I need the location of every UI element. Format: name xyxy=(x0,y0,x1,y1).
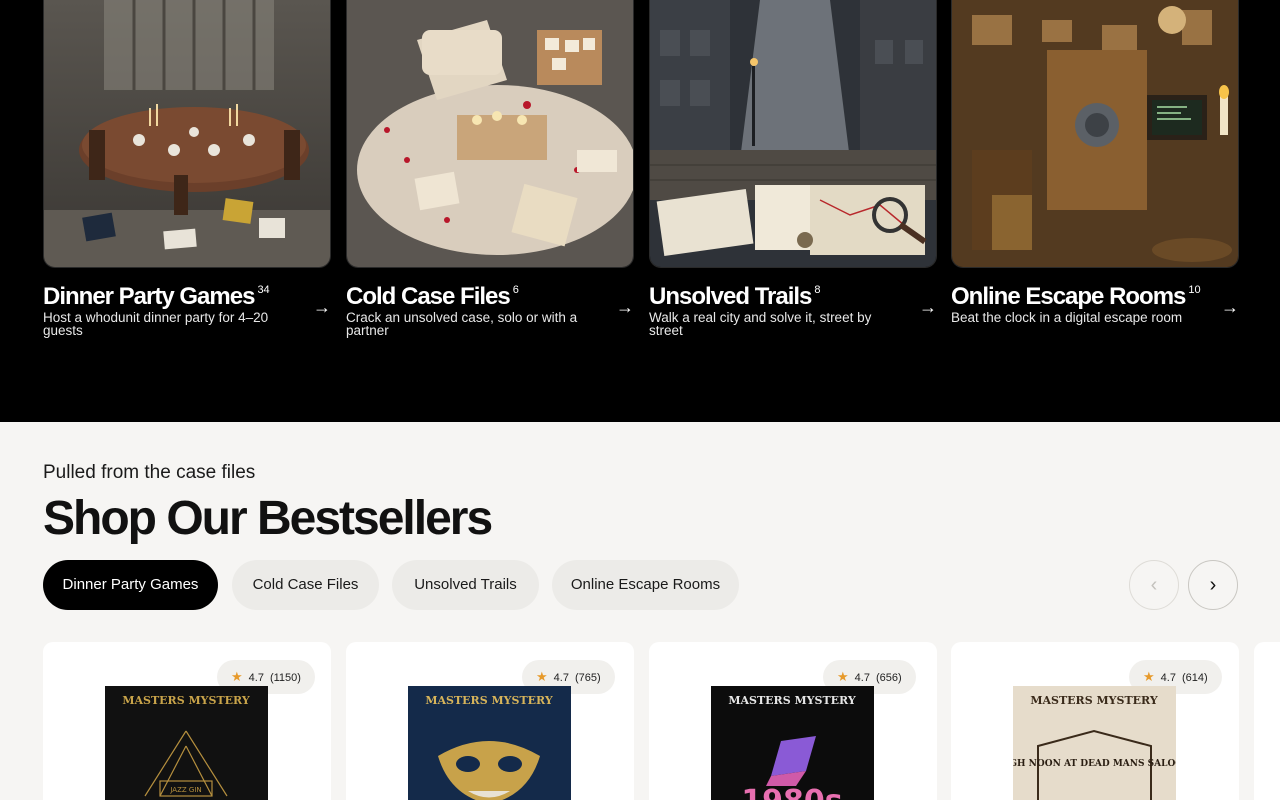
review-count: (656) xyxy=(875,672,902,684)
category-title-row: Unsolved Trails 8 xyxy=(649,283,937,313)
product-box-art: MASTERS MYSTERY 1980s xyxy=(711,686,874,800)
product-box-art: MASTERS MYSTERY xyxy=(408,686,571,800)
product-card[interactable]: ★ 4.7 (765) MASTERS MYSTERY xyxy=(346,642,634,800)
product-art-text: 1980s xyxy=(741,784,842,800)
category-title[interactable]: Unsolved Trails xyxy=(649,283,812,311)
review-count: (765) xyxy=(574,672,601,684)
arrow-right-icon[interactable]: → xyxy=(1221,298,1239,316)
product-card-partial[interactable] xyxy=(1254,642,1280,800)
star-icon: ★ xyxy=(536,669,548,684)
star-icon: ★ xyxy=(837,669,849,684)
category-count: 34 xyxy=(257,284,270,296)
category-image-unsolved-trails[interactable] xyxy=(649,0,937,268)
category-count: 10 xyxy=(1188,284,1201,296)
rating-value: 4.7 xyxy=(854,672,870,684)
category-image-dinner-party[interactable] xyxy=(43,0,331,268)
tab-online-escape-rooms[interactable]: Online Escape Rooms xyxy=(552,560,739,610)
category-description: Beat the clock in a digital escape room xyxy=(951,310,1183,325)
tab-cold-case-files[interactable]: Cold Case Files xyxy=(232,560,379,610)
review-count: (614) xyxy=(1181,672,1208,684)
section-title: Shop Our Bestsellers xyxy=(43,492,493,545)
tab-unsolved-trails[interactable]: Unsolved Trails xyxy=(392,560,539,610)
product-brand: MASTERS MYSTERY xyxy=(1030,694,1157,707)
product-brand: MASTERS MYSTERY xyxy=(122,694,249,707)
category-description: Host a whodunit dinner party for 4–20 gu… xyxy=(43,310,269,338)
category-band: Dinner Party Games 34 Host a whodunit din… xyxy=(0,0,1280,422)
category-title[interactable]: Cold Case Files xyxy=(346,283,511,311)
product-art-text: JAZZ GIN xyxy=(169,786,201,794)
product-card[interactable]: ★ 4.7 (614) MASTERS MYSTERY HIGH NOON AT D… xyxy=(951,642,1239,800)
chevron-right-icon: › xyxy=(1209,574,1217,596)
chevron-left-icon: ‹ xyxy=(1150,574,1158,596)
category-title[interactable]: Online Escape Rooms xyxy=(951,283,1186,311)
carousel-prev-button[interactable]: ‹ xyxy=(1129,560,1179,610)
category-count: 8 xyxy=(814,284,821,296)
product-card[interactable]: ★ 4.7 (656) MASTERS MYSTERY 1980s xyxy=(649,642,937,800)
arrow-right-icon[interactable]: → xyxy=(919,298,937,316)
arrow-right-icon[interactable]: → xyxy=(616,298,634,316)
category-image-cold-case[interactable] xyxy=(346,0,634,268)
category-title-row: Dinner Party Games 34 xyxy=(43,283,331,313)
product-box-art: MASTERS MYSTERY JAZZ GIN xyxy=(105,686,268,800)
section-eyebrow: Pulled from the case files xyxy=(43,462,256,483)
rating-value: 4.7 xyxy=(248,672,264,684)
category-title-row: Cold Case Files 6 xyxy=(346,283,634,313)
category-image-online-escape[interactable] xyxy=(951,0,1239,268)
carousel-next-button[interactable]: › xyxy=(1188,560,1238,610)
rating-value: 4.7 xyxy=(1160,672,1176,684)
star-icon: ★ xyxy=(1143,669,1155,684)
category-description: Walk a real city and solve it, street by… xyxy=(649,310,872,338)
product-box-art: MASTERS MYSTERY HIGH NOON AT DEAD MANS S… xyxy=(1013,686,1176,800)
star-icon: ★ xyxy=(231,669,243,684)
product-brand: MASTERS MYSTERY xyxy=(425,694,552,707)
category-count: 6 xyxy=(512,284,519,296)
category-title-row: Online Escape Rooms 10 xyxy=(951,283,1239,313)
product-card[interactable]: ★ 4.7 (1150) MASTERS MYSTERY JAZZ GIN xyxy=(43,642,331,800)
product-art-text: HIGH NOON AT DEAD MANS SALOON xyxy=(1013,759,1176,769)
arrow-right-icon[interactable]: → xyxy=(313,298,331,316)
tab-dinner-party-games[interactable]: Dinner Party Games xyxy=(43,560,218,610)
product-brand: MASTERS MYSTERY xyxy=(728,694,855,707)
review-count: (1150) xyxy=(269,672,301,684)
rating-value: 4.7 xyxy=(553,672,569,684)
category-description: Crack an unsolved case, solo or with a p… xyxy=(346,310,578,338)
category-title[interactable]: Dinner Party Games xyxy=(43,283,255,311)
